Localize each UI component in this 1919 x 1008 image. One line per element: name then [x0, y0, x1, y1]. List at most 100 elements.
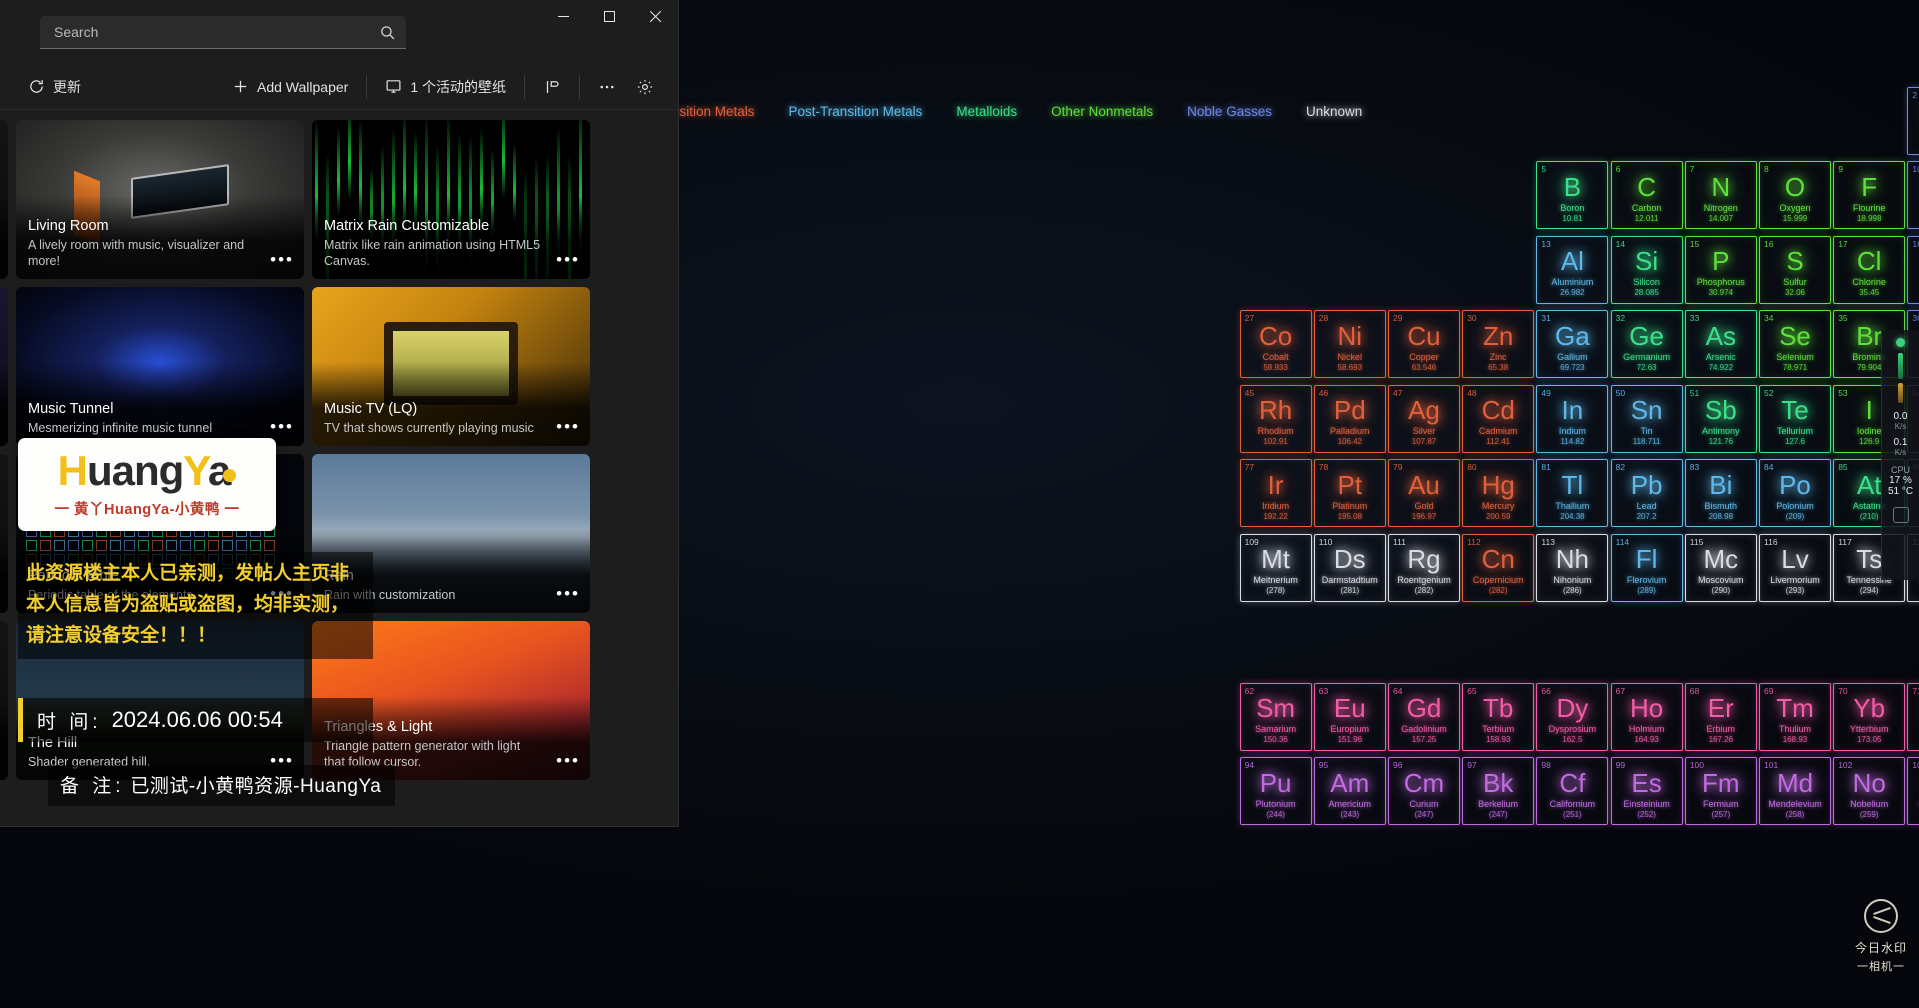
element-number: 71: [1912, 686, 1919, 696]
element-number: 8: [1764, 164, 1769, 174]
wallpaper-card[interactable]: Music TV (LQ) TV that shows currently pla…: [312, 287, 590, 446]
layout-toggle-button[interactable]: [533, 72, 571, 102]
wallpaper-card-more-icon[interactable]: •••: [556, 255, 580, 265]
element-symbol: I: [1866, 397, 1873, 423]
wallpaper-card[interactable]: Living Room A lively room with music, vis…: [16, 120, 304, 279]
wallpaper-card-more-icon[interactable]: •••: [556, 422, 580, 432]
toolbar-divider-3: [579, 75, 580, 99]
element-cell-co: 27 Co Cobalt 58.933: [1240, 310, 1312, 378]
element-cell-tm: 69 Tm Thulium 168.93: [1759, 683, 1831, 751]
element-weight: 72.63: [1637, 363, 1657, 372]
element-symbol: Mc: [1703, 546, 1738, 572]
add-wallpaper-label: Add Wallpaper: [257, 79, 348, 95]
element-symbol: C: [1637, 174, 1656, 200]
element-symbol: Mt: [1261, 546, 1290, 572]
element-number: 63: [1319, 686, 1328, 696]
element-weight: 118.711: [1633, 437, 1661, 446]
element-weight: 168.93: [1783, 735, 1807, 744]
element-weight: (247): [1415, 810, 1434, 819]
huangya-logo-subtitle: 一 黄丫HuangYa-小黄鸭 一: [55, 498, 240, 519]
add-wallpaper-button[interactable]: Add Wallpaper: [222, 72, 358, 101]
element-number: 50: [1616, 388, 1625, 398]
active-wallpapers-button[interactable]: 1 个活动的壁纸: [375, 71, 516, 103]
element-name: Flourine: [1853, 203, 1886, 213]
minimize-button[interactable]: [540, 0, 586, 32]
element-number: 80: [1467, 462, 1476, 472]
wallpaper-card-more-icon[interactable]: •••: [270, 422, 294, 432]
cpu-usage-value: 17 %: [1885, 475, 1916, 486]
search-box[interactable]: [40, 16, 406, 49]
element-number: 34: [1764, 313, 1773, 323]
element-symbol: As: [1706, 323, 1736, 349]
element-cell-ar: 18ArArgon39.948: [1907, 236, 1919, 304]
wallpaper-card-more-icon[interactable]: •••: [556, 756, 580, 766]
element-number: 47: [1393, 388, 1402, 398]
element-symbol: Si: [1635, 248, 1658, 274]
element-number: 5: [1541, 164, 1546, 174]
window-titlebar[interactable]: [0, 0, 678, 64]
element-weight: 35.45: [1859, 288, 1879, 297]
close-button[interactable]: [632, 0, 678, 32]
element-cell-cd: 48 Cd Cadmium 112.41: [1462, 385, 1534, 453]
more-options-button[interactable]: [588, 72, 626, 102]
element-number: 114: [1616, 537, 1630, 547]
element-name: Boron: [1560, 203, 1584, 213]
wallpaper-card[interactable]: ts with•••: [0, 120, 8, 279]
maximize-button[interactable]: [586, 0, 632, 32]
element-name: Californium: [1550, 799, 1596, 809]
wallpaper-card-title: Music Tunnel: [28, 400, 258, 418]
wallpaper-card[interactable]: Matrix Rain Customizable Matrix like rain…: [312, 120, 590, 279]
element-symbol: At: [1857, 472, 1882, 498]
element-cell-s: 16 S Sulfur 32.06: [1759, 236, 1831, 304]
search-icon[interactable]: [379, 24, 396, 41]
element-weight: 158.93: [1486, 735, 1510, 744]
element-name: Meitnerium: [1253, 575, 1298, 585]
element-number: 7: [1690, 164, 1695, 174]
element-number: 116: [1764, 537, 1778, 547]
element-weight: (257): [1711, 810, 1730, 819]
net-up-bar-icon: [1898, 383, 1903, 403]
wallpaper-card[interactable]: •••: [0, 454, 8, 613]
element-weight: (244): [1266, 810, 1285, 819]
search-input[interactable]: [54, 24, 379, 40]
element-number: 79: [1393, 462, 1402, 472]
element-name: Mendelevium: [1768, 799, 1822, 809]
element-cell-bk: 97 Bk Berkelium (247): [1462, 757, 1534, 825]
element-cell-rg: 111 Rg Roentgenium (282): [1388, 534, 1460, 602]
element-number: 117: [1838, 537, 1852, 547]
system-monitor-widget[interactable]: 0.0 K/s 0.1 K/s CPU 17 % 51 °C: [1881, 330, 1919, 580]
element-number: 82: [1616, 462, 1625, 472]
element-name: Livermorium: [1770, 575, 1820, 585]
wallpaper-card[interactable]: •••: [0, 621, 8, 780]
status-dot-icon: [1896, 338, 1905, 347]
element-weight: 26.982: [1560, 288, 1584, 297]
huangya-logo: HuangYa 一 黄丫HuangYa-小黄鸭 一: [18, 438, 276, 531]
element-weight: 208.98: [1709, 512, 1733, 521]
element-weight: 162.5: [1562, 735, 1582, 744]
element-weight: (278): [1266, 586, 1285, 595]
element-cell-ni: 28 Ni Nickel 58.693: [1314, 310, 1386, 378]
wallpaper-card[interactable]: Music Tunnel Mesmerizing infinite music t…: [16, 287, 304, 446]
monitor-expand-icon[interactable]: [1893, 507, 1909, 523]
element-name: Darmstadtium: [1322, 575, 1378, 585]
element-weight: 121.76: [1709, 437, 1733, 446]
element-weight: (289): [1637, 586, 1656, 595]
wallpaper-card[interactable]: •••: [0, 287, 8, 446]
huangya-timestamp-key: 时 间:: [37, 707, 102, 734]
wallpaper-card-more-icon[interactable]: •••: [270, 255, 294, 265]
element-cell-fl: 114 Fl Flerovium (289): [1611, 534, 1683, 602]
element-weight: 18.998: [1857, 214, 1881, 223]
element-symbol: Ni: [1338, 323, 1363, 349]
net-up-unit: K/s: [1885, 448, 1916, 457]
settings-button[interactable]: [626, 72, 664, 102]
wallpaper-card-more-icon[interactable]: •••: [556, 589, 580, 599]
element-name: Chlorine: [1852, 277, 1886, 287]
element-number: 109: [1245, 537, 1259, 547]
element-number: 115: [1690, 537, 1704, 547]
element-cell-al: 13 Al Aluminium 26.982: [1536, 236, 1608, 304]
element-weight: (258): [1786, 810, 1805, 819]
element-weight: 106.42: [1338, 437, 1362, 446]
refresh-button[interactable]: 更新: [18, 71, 91, 103]
element-cell-as: 33 As Arsenic 74.922: [1685, 310, 1757, 378]
element-number: 32: [1616, 313, 1625, 323]
